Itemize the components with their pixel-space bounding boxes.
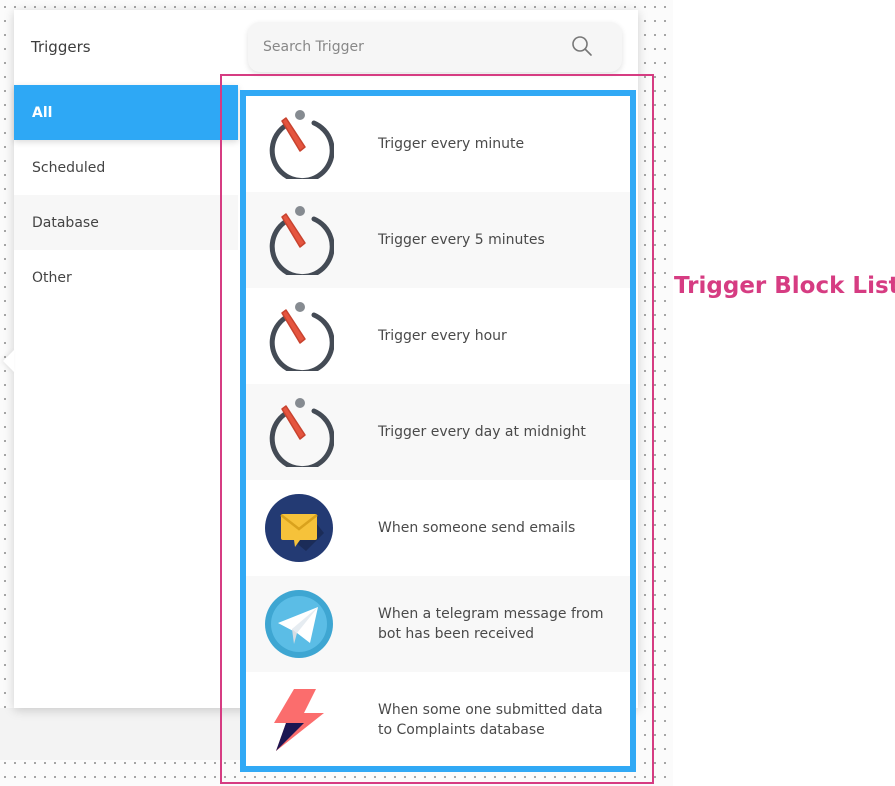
trigger-label: Trigger every hour (378, 328, 507, 344)
trigger-label: Trigger every minute (378, 136, 525, 152)
trigger-label: Trigger every 5 minutes (378, 232, 545, 248)
timer-icon (269, 110, 334, 179)
email-icon (265, 494, 333, 562)
category-other[interactable]: Other (14, 250, 238, 305)
trigger-item[interactable]: Trigger every day at midnight (246, 384, 630, 480)
trigger-item[interactable]: When some one submitted data to Complain… (246, 672, 630, 768)
search-icon[interactable] (570, 34, 594, 62)
trigger-item[interactable]: Trigger every minute (246, 96, 630, 192)
timer-icon (269, 398, 334, 467)
category-label: All (32, 104, 53, 121)
category-nav: All Scheduled Database Other (14, 85, 238, 305)
trigger-item[interactable]: Trigger every 5 minutes (246, 192, 630, 288)
lightning-icon (274, 689, 324, 751)
annotation-label: Trigger Block List (674, 273, 895, 299)
category-label: Other (32, 269, 72, 286)
timer-icon (269, 302, 334, 371)
trigger-item[interactable]: When someone send emails (246, 480, 630, 576)
trigger-label: Trigger every day at midnight (378, 424, 586, 440)
category-database[interactable]: Database (14, 195, 238, 250)
trigger-item[interactable]: Trigger every hour (246, 288, 630, 384)
category-all[interactable]: All (14, 85, 238, 140)
category-label: Database (32, 214, 99, 231)
telegram-icon (265, 590, 333, 658)
panel-pointer (3, 350, 14, 372)
trigger-block-list: Trigger every minute Trigger every 5 min… (240, 90, 636, 772)
timer-icon (269, 206, 334, 275)
search-input[interactable]: Search Trigger (248, 22, 622, 72)
category-scheduled[interactable]: Scheduled (14, 140, 238, 195)
panel-title: Triggers (31, 38, 91, 56)
trigger-label: When someone send emails (378, 520, 576, 536)
trigger-label: When some one submitted data to Complain… (378, 702, 603, 738)
trigger-label: When a telegram message from bot has bee… (378, 606, 604, 642)
category-label: Scheduled (32, 159, 106, 176)
trigger-item[interactable]: When a telegram message from bot has bee… (246, 576, 630, 672)
search-placeholder: Search Trigger (263, 39, 364, 55)
editor-footer-strip (0, 708, 240, 760)
